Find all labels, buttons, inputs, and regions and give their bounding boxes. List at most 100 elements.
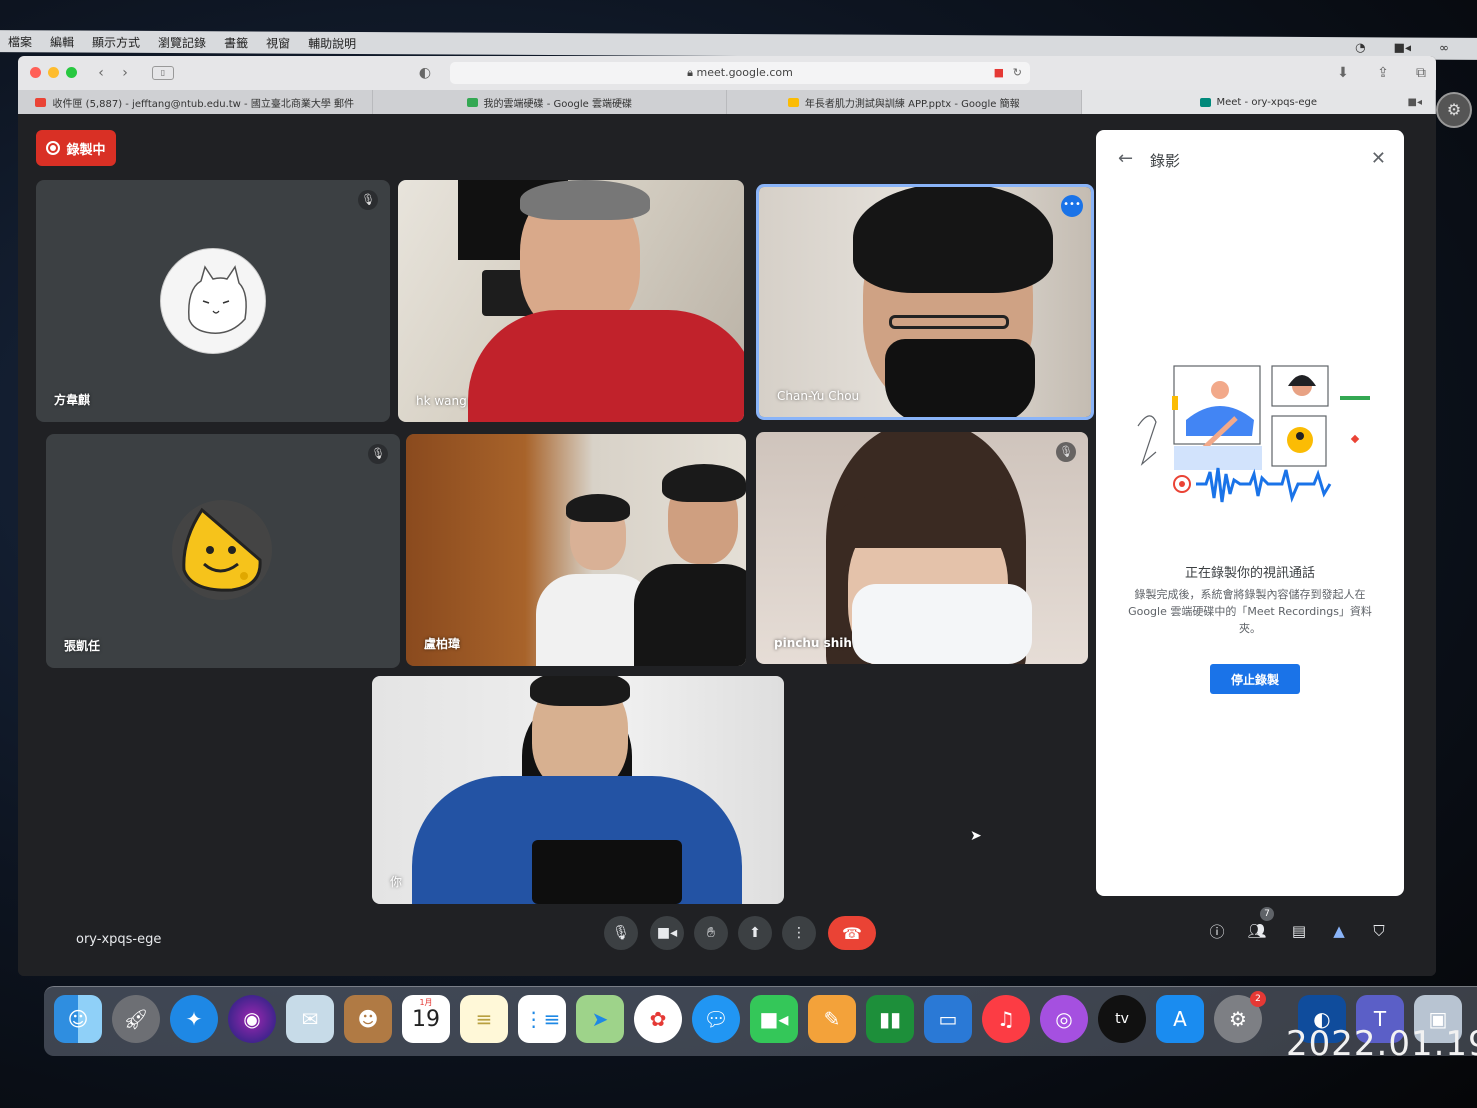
raise-hand-icon[interactable]: ✋︎ (694, 916, 728, 950)
panel-title: 錄影 (1150, 152, 1181, 170)
maps-icon[interactable]: ➤ (576, 995, 624, 1043)
messages-icon[interactable]: 💬︎ (692, 995, 740, 1043)
info-icon[interactable]: ⓘ (1204, 918, 1230, 944)
participant-name: 盧柏瑋 (424, 637, 461, 651)
present-icon[interactable]: ⬆ (738, 916, 772, 950)
gmail-icon (35, 97, 47, 107)
menu-file[interactable]: 檔案 (8, 33, 32, 50)
mail-icon[interactable]: ✉ (286, 995, 334, 1043)
menu-help[interactable]: 輔助說明 (308, 34, 356, 51)
recording-panel: ← 錄影 ✕ 正在錄製你的視訊通話 錄製完成後，系統會將錄製內容儲存到發起人在 … (1096, 130, 1404, 896)
status-wifi-icon[interactable]: ◔ (1355, 40, 1365, 54)
people-icon[interactable]: 👥︎ (1244, 918, 1270, 944)
forward-icon[interactable]: › (116, 64, 134, 82)
more-icon[interactable]: ••• (1061, 195, 1083, 217)
participant-hair (662, 464, 746, 502)
tab-meet[interactable]: Meet - ory-xpqs-ege ■◂ (1081, 90, 1436, 114)
music-icon[interactable]: ♫ (982, 995, 1030, 1043)
tab-drive[interactable]: 我的雲端硬碟 - Google 雲端硬碟 (373, 90, 727, 114)
tab-slides[interactable]: 年長者肌力測試與訓練 APP.pptx - Google 簡報 (727, 90, 1082, 114)
recording-badge[interactable]: 錄製中 (36, 130, 116, 166)
launchpad-icon[interactable]: 🚀︎ (112, 995, 160, 1043)
stop-recording-button[interactable]: 停止錄製 (1210, 664, 1300, 694)
sidebar-icon[interactable]: ▯ (152, 66, 174, 80)
menu-bookmarks[interactable]: 書籤 (224, 34, 248, 51)
record-icon (46, 141, 61, 155)
calendar-icon[interactable]: 1月 19 (402, 995, 450, 1043)
chat-icon[interactable]: ▤ (1286, 918, 1312, 944)
safari-icon[interactable]: ✦ (170, 995, 218, 1043)
apple-tv-icon[interactable]: tv (1098, 995, 1146, 1043)
participant-tile-active-speaker[interactable]: ••• Chan-Yu Chou (756, 184, 1094, 420)
privacy-report-icon[interactable]: ◐ (416, 64, 434, 82)
macos-dock: ☺ 🚀︎ ✦ ◉ ✉ ☻ 1月 19 ≡ ⋮≡ ➤ ✿ 💬︎ ■◂ ✎ ▮▮ ▭… (44, 986, 1477, 1056)
menu-window[interactable]: 視窗 (266, 34, 290, 51)
black-shirt (634, 564, 746, 666)
facetime-icon[interactable]: ■◂ (750, 995, 798, 1043)
cat-avatar-icon (188, 265, 247, 334)
keynote-icon[interactable]: ▭ (924, 995, 972, 1043)
menu-edit[interactable]: 編輯 (50, 33, 74, 50)
host-controls-icon[interactable]: ⛉ (1366, 918, 1392, 944)
siri-icon[interactable]: ◉ (228, 995, 276, 1043)
safari-window: ‹ › ▯ ◐ 🔒︎ meet.google.com ■ ↻ ⬇ ⇪ ⧉ 收件匣… (18, 56, 1436, 976)
red-hoodie (468, 310, 744, 422)
minimize-window-button[interactable] (48, 67, 59, 78)
meeting-code: ory-xpqs-ege (76, 932, 162, 947)
back-icon[interactable]: ‹ (92, 64, 110, 82)
close-window-button[interactable] (30, 67, 41, 78)
system-preferences-icon[interactable]: ⚙ 2 (1214, 991, 1266, 1043)
recording-illustration (1137, 365, 1370, 503)
numbers-icon[interactable]: ▮▮ (866, 995, 914, 1043)
app-store-icon[interactable]: A (1156, 995, 1204, 1043)
zoom-window-button[interactable] (66, 67, 77, 78)
participant-name: hk wang (416, 394, 467, 408)
mic-off-icon: 🎙︎ (1056, 442, 1076, 462)
meet-content: 錄製中 🎙︎ 方韋麒 hk wang ••• Chan-Yu Chou 🎙︎ 張… (18, 114, 1436, 976)
share-icon[interactable]: ⇪ (1374, 64, 1392, 82)
photos-icon[interactable]: ✿ (634, 995, 682, 1043)
participant-name: pinchu shih (774, 636, 852, 650)
mic-icon[interactable]: 🎙︎ (604, 916, 638, 950)
participant-tile[interactable]: hk wang (398, 180, 744, 422)
participant-name: 你 (390, 875, 403, 889)
tab-overview-icon[interactable]: ⧉ (1412, 64, 1430, 82)
menu-history[interactable]: 瀏覽記錄 (158, 33, 206, 50)
participant-name: Chan-Yu Chou (777, 389, 860, 403)
camera-in-use-icon[interactable]: ■ (994, 62, 1004, 84)
activities-icon[interactable]: ▲ (1326, 918, 1352, 944)
cheese-avatar-icon (182, 507, 262, 592)
status-camera-icon[interactable]: ■◂ (1394, 40, 1411, 54)
participant-hair (566, 494, 630, 522)
photo-of-screen: 檔案 編輯 顯示方式 瀏覽記錄 書籤 視窗 輔助說明 ◔ ■◂ ∞ ‹ › ▯ … (0, 0, 1477, 1108)
contacts-icon[interactable]: ☻ (344, 995, 392, 1043)
slides-icon (787, 97, 799, 107)
more-options-icon[interactable]: ⋮ (782, 916, 816, 950)
participant-count-badge: 7 (1260, 907, 1274, 921)
self-view-tile[interactable]: 你 (372, 676, 784, 904)
meet-icon (1199, 97, 1211, 107)
address-bar[interactable]: 🔒︎ meet.google.com ■ ↻ (450, 62, 1030, 84)
finder-icon[interactable]: ☺ (54, 995, 102, 1043)
close-icon[interactable]: ✕ (1371, 148, 1386, 169)
browser-toolbar: ‹ › ▯ ◐ 🔒︎ meet.google.com ■ ↻ ⬇ ⇪ ⧉ (18, 56, 1436, 90)
participant-tile[interactable]: 盧柏瑋 (406, 434, 746, 666)
participant-tile[interactable]: 🎙︎ pinchu shih (756, 432, 1088, 664)
participant-tile[interactable]: 🎙︎ 方韋麒 (36, 180, 390, 422)
downloads-icon[interactable]: ⬇ (1334, 64, 1352, 82)
tab-gmail[interactable]: 收件匣 (5,887) - jefftang@ntub.edu.tw - 國立臺… (18, 90, 373, 114)
pages-icon[interactable]: ✎ (808, 995, 856, 1043)
participant-tile[interactable]: 🎙︎ 張凱任 (46, 434, 400, 668)
back-arrow-icon[interactable]: ← (1118, 148, 1133, 169)
status-control-center-icon[interactable]: ∞ (1439, 41, 1449, 55)
menu-view[interactable]: 顯示方式 (92, 33, 140, 50)
end-call-button[interactable]: ☎︎ (828, 916, 876, 950)
reload-icon[interactable]: ↻ (1013, 62, 1022, 84)
settings-extension-icon[interactable]: ⚙ (1436, 92, 1472, 128)
tab-bar: 收件匣 (5,887) - jefftang@ntub.edu.tw - 國立臺… (18, 90, 1436, 114)
camera-icon[interactable]: ■◂ (650, 916, 684, 950)
tab-label: 收件匣 (5,887) - jefftang@ntub.edu.tw - 國立臺… (52, 98, 354, 110)
reminders-icon[interactable]: ⋮≡ (518, 995, 566, 1043)
notes-icon[interactable]: ≡ (460, 995, 508, 1043)
podcasts-icon[interactable]: ◎ (1040, 995, 1088, 1043)
